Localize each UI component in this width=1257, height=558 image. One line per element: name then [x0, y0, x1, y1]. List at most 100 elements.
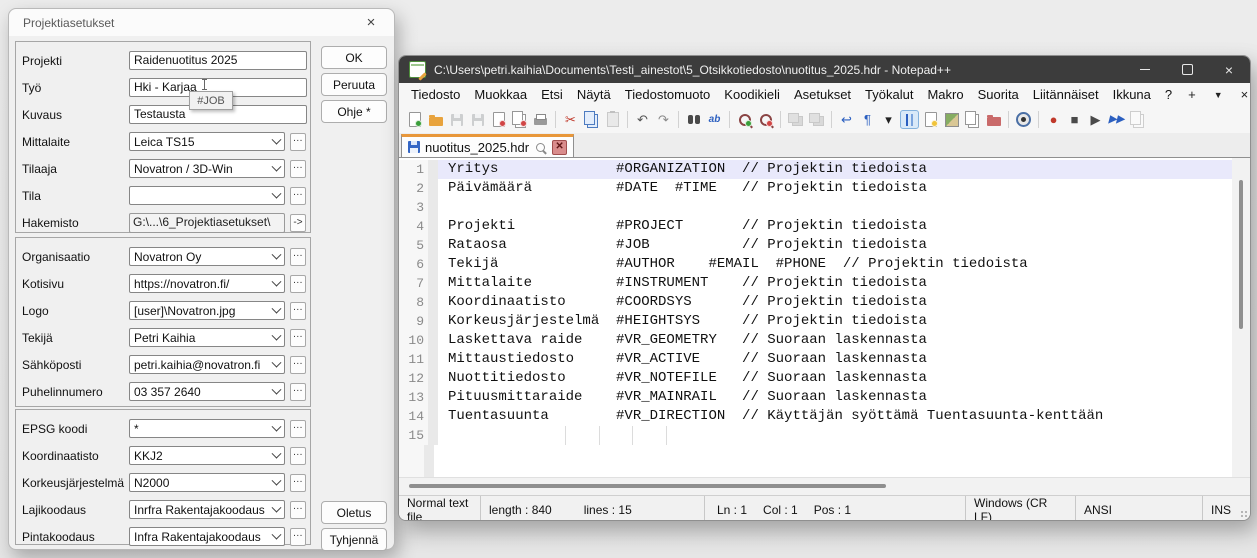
line-text[interactable]: Nuottitiedosto #VR_NOTEFILE // Suoraan l…: [438, 369, 1232, 388]
toolbar-dropdown-icon[interactable]: ▾: [879, 110, 898, 129]
menu-tiedosto[interactable]: Tiedosto: [404, 85, 467, 104]
menu-muokkaa[interactable]: Muokkaa: [467, 85, 534, 104]
copy-icon[interactable]: [582, 110, 601, 129]
mittalaite-combo[interactable]: Leica TS15: [129, 132, 285, 151]
tila-browse-button[interactable]: ...: [290, 187, 306, 205]
kotisivu-combo[interactable]: https://novatron.fi/: [129, 274, 285, 293]
line-text[interactable]: Mittaustiedosto #VR_ACTIVE // Suoraan la…: [438, 350, 1232, 369]
sahkoposti-browse-button[interactable]: ...: [290, 356, 306, 374]
encoding-label[interactable]: ANSI: [1084, 503, 1112, 517]
redo-icon[interactable]: ↷: [654, 110, 673, 129]
puhelinnumero-browse-button[interactable]: ...: [290, 383, 306, 401]
vertical-scrollbar[interactable]: [1232, 158, 1250, 477]
organisaatio-combo[interactable]: Novatron Oy: [129, 247, 285, 266]
menu-?[interactable]: ?: [1158, 85, 1179, 104]
cut-icon[interactable]: ✂: [561, 110, 580, 129]
pintakoodaus-combo[interactable]: Infra Rakentajakoodaus: [129, 527, 285, 546]
menu-nyt[interactable]: Näytä: [570, 85, 618, 104]
new-tab-icon[interactable]: +: [1179, 87, 1205, 102]
epsg-koodi-combo[interactable]: *: [129, 419, 285, 438]
menu-asetukset[interactable]: Asetukset: [787, 85, 858, 104]
tab-nuotitus-2025[interactable]: nuotitus_2025.hdr ✕: [401, 134, 574, 157]
tekija-browse-button[interactable]: ...: [290, 329, 306, 347]
line-text[interactable]: Pituusmittaraide #VR_MAINRAIL // Suoraan…: [438, 388, 1232, 407]
tab-list-dropdown-icon[interactable]: ▼: [1205, 90, 1232, 100]
line-text[interactable]: [438, 198, 1232, 217]
line-text[interactable]: Päivämäärä #DATE #TIME // Projektin tied…: [438, 179, 1232, 198]
tekija-combo[interactable]: Petri Kaihia: [129, 328, 285, 347]
pin-tab-icon[interactable]: [534, 141, 547, 154]
close-tab-icon[interactable]: ✕: [552, 140, 567, 155]
menu-tykalut[interactable]: Työkalut: [858, 85, 920, 104]
line-text[interactable]: [438, 426, 1232, 445]
close-all-icon[interactable]: [510, 110, 529, 129]
macro-play-icon[interactable]: ▶: [1086, 110, 1105, 129]
tila-combo[interactable]: [129, 186, 285, 205]
default-button[interactable]: Oletus: [321, 501, 387, 524]
projekti-input[interactable]: Raidenuotitus 2025: [129, 51, 307, 70]
logo-combo[interactable]: [user]\Novatron.jpg: [129, 301, 285, 320]
line-text[interactable]: Projekti #PROJECT // Projektin tiedoista: [438, 217, 1232, 236]
undo-icon[interactable]: ↶: [633, 110, 652, 129]
resize-grip[interactable]: [1240, 510, 1248, 518]
document-map-icon[interactable]: [942, 110, 961, 129]
macro-save-icon[interactable]: [1128, 110, 1147, 129]
horizontal-scrollbar[interactable]: [399, 477, 1250, 495]
clear-button[interactable]: Tyhjennä: [321, 528, 387, 551]
document-list-icon[interactable]: [963, 110, 982, 129]
editor[interactable]: 1Yritys #ORGANIZATION // Projektin tiedo…: [399, 157, 1250, 477]
puhelinnumero-combo[interactable]: 03 357 2640: [129, 382, 285, 401]
menu-makro[interactable]: Makro: [920, 85, 970, 104]
line-text[interactable]: Rataosa #JOB // Projektin tiedoista: [438, 236, 1232, 255]
open-file-icon[interactable]: [426, 110, 445, 129]
find-icon[interactable]: [684, 110, 703, 129]
koordinaatisto-combo[interactable]: KKJ2: [129, 446, 285, 465]
window-titlebar[interactable]: C:\Users\petri.kaihia\Documents\Testi_ai…: [399, 56, 1250, 83]
sync-vertical-icon[interactable]: [786, 110, 805, 129]
mittalaite-browse-button[interactable]: ...: [290, 133, 306, 151]
close-file-icon[interactable]: [489, 110, 508, 129]
line-text[interactable]: Korkeusjärjestelmä #HEIGHTSYS // Projekt…: [438, 312, 1232, 331]
print-icon[interactable]: [531, 110, 550, 129]
korkeusjarjestelma-browse-button[interactable]: ...: [290, 474, 306, 492]
cancel-button[interactable]: Peruuta: [321, 73, 387, 96]
lajikoodaus-browse-button[interactable]: ...: [290, 501, 306, 519]
zoom-out-icon[interactable]: [756, 110, 775, 129]
paste-icon[interactable]: [603, 110, 622, 129]
menu-tiedostomuoto[interactable]: Tiedostomuoto: [618, 85, 718, 104]
insert-mode-label[interactable]: INS: [1211, 503, 1231, 517]
macro-stop-icon[interactable]: ■: [1065, 110, 1084, 129]
lajikoodaus-combo[interactable]: Inrfra Rakentajakoodaus: [129, 500, 285, 519]
minimize-button[interactable]: [1124, 56, 1166, 83]
word-wrap-icon[interactable]: ↩: [837, 110, 856, 129]
menu-suorita[interactable]: Suorita: [971, 85, 1026, 104]
save-all-icon[interactable]: [468, 110, 487, 129]
pintakoodaus-browse-button[interactable]: ...: [290, 528, 306, 546]
sahkoposti-combo[interactable]: petri.kaihia@novatron.fi: [129, 355, 285, 374]
menu-etsi[interactable]: Etsi: [534, 85, 570, 104]
macro-run-multiple-icon[interactable]: ▶▶: [1107, 110, 1126, 129]
function-list-icon[interactable]: [921, 110, 940, 129]
help-button[interactable]: Ohje *: [321, 100, 387, 123]
menu-koodikieli[interactable]: Koodikieli: [717, 85, 787, 104]
line-text[interactable]: Koordinaatisto #COORDSYS // Projektin ti…: [438, 293, 1232, 312]
replace-icon[interactable]: ab: [705, 110, 724, 129]
line-text[interactable]: Yritys #ORGANIZATION // Projektin tiedoi…: [438, 160, 1232, 179]
line-text[interactable]: Mittalaite #INSTRUMENT // Projektin tied…: [438, 274, 1232, 293]
dialog-close-icon[interactable]: ×: [358, 13, 384, 33]
sync-horizontal-icon[interactable]: [807, 110, 826, 129]
tilaaja-combo[interactable]: Novatron / 3D-Win: [129, 159, 285, 178]
organisaatio-browse-button[interactable]: ...: [290, 248, 306, 266]
hakemisto-open-button[interactable]: ->: [290, 214, 306, 232]
show-symbols-icon[interactable]: ¶: [858, 110, 877, 129]
close-document-icon[interactable]: ×: [1232, 87, 1251, 102]
koordinaatisto-browse-button[interactable]: ...: [290, 447, 306, 465]
epsg-koodi-browse-button[interactable]: ...: [290, 420, 306, 438]
macro-record-icon[interactable]: ●: [1044, 110, 1063, 129]
kotisivu-browse-button[interactable]: ...: [290, 275, 306, 293]
indent-guide-icon[interactable]: [900, 110, 919, 129]
folder-workspace-icon[interactable]: [984, 110, 1003, 129]
save-icon[interactable]: [447, 110, 466, 129]
eol-format-label[interactable]: Windows (CR LF): [974, 496, 1067, 521]
menu-liitnniset[interactable]: Liitännäiset: [1026, 85, 1106, 104]
